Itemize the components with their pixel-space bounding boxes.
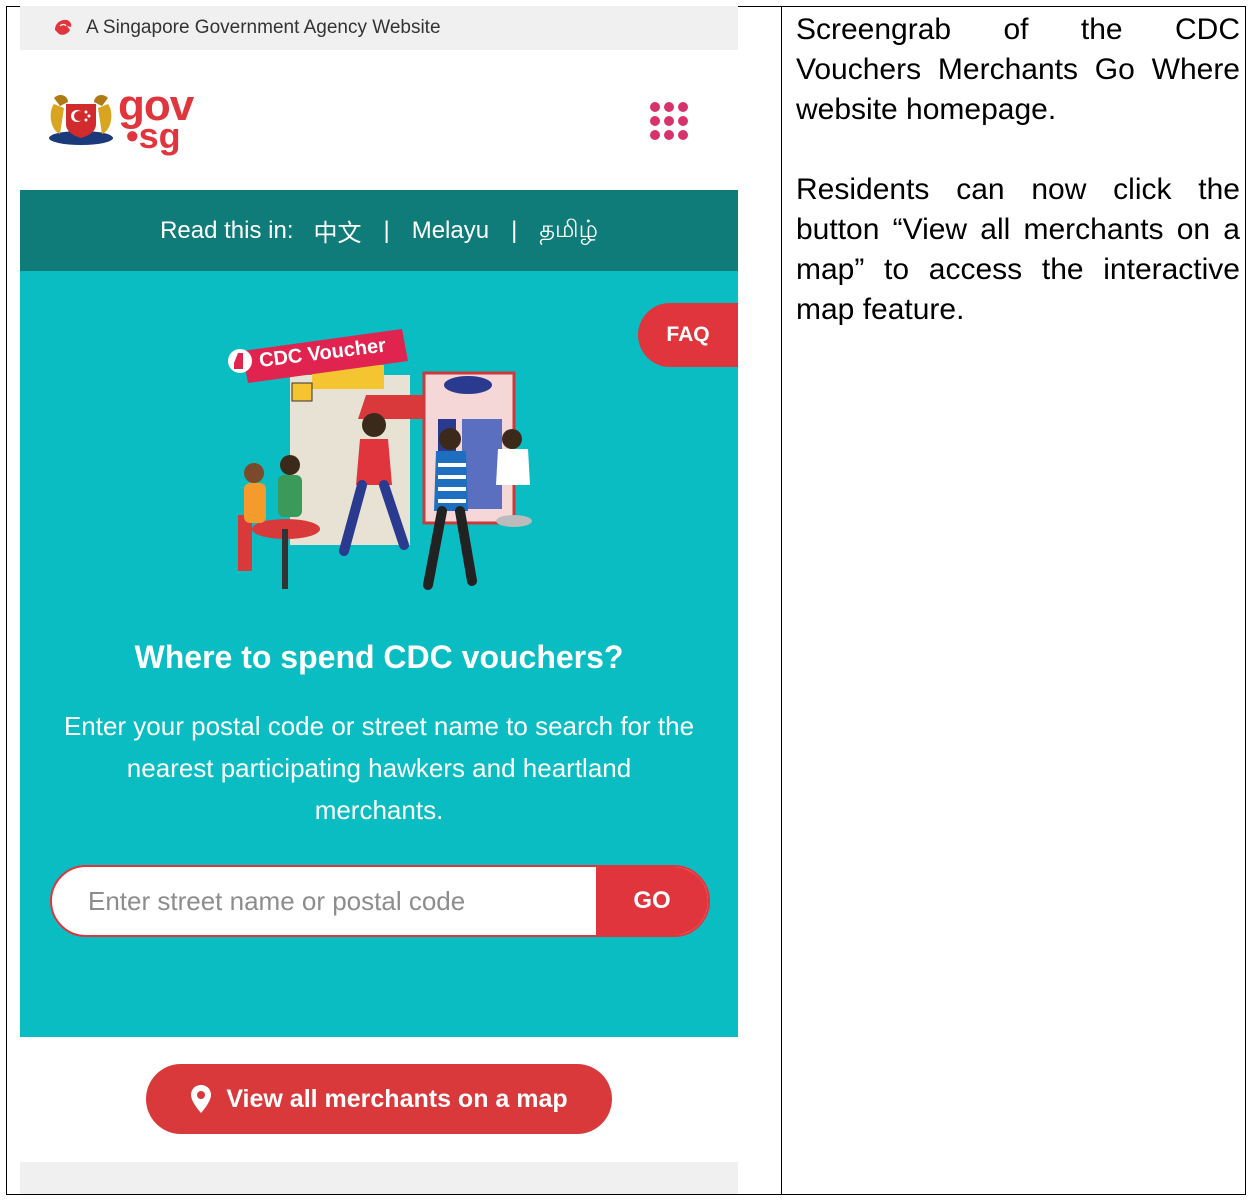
hero-section: FAQ CDC Voucher Where to spend CDC vouch… [20,271,738,1037]
go-button[interactable]: GO [596,867,708,935]
gov-masthead: A Singapore Government Agency Website [20,6,738,50]
footer-strip [20,1162,738,1194]
table-cell-divider [781,7,782,1194]
view-map-label: View all merchants on a map [226,1084,568,1113]
gov-sg-logo[interactable]: gov •sg [118,84,194,154]
caption-paragraph-1: Screengrab of the CDC Vouchers Merchants… [796,13,1240,126]
search-bar: GO [50,865,710,937]
masthead-text: A Singapore Government Agency Website [86,17,441,38]
language-separator: | [511,216,518,244]
language-separator: | [383,216,390,244]
view-map-button[interactable]: View all merchants on a map [146,1064,612,1134]
language-chinese-link[interactable]: 中文 [313,213,361,248]
map-pin-icon [191,1085,212,1113]
language-malay-link[interactable]: Melayu [412,217,489,245]
lion-head-icon [55,19,72,35]
caption-paragraph-2: Residents can now click the button “View… [796,173,1240,326]
search-input[interactable] [52,867,596,935]
hero-heading: Where to spend CDC vouchers? [134,639,624,675]
language-tamil-link[interactable]: தமிழ் [539,216,598,246]
caption-cell: Screengrab of the CDC Vouchers Merchants… [796,10,1240,370]
singapore-crest-icon [49,95,113,145]
language-label: Read this in: [160,216,294,244]
website-screenshot: A Singapore Government Agency Website go… [20,6,738,1194]
cdc-voucher-illustration: CDC Voucher [228,329,532,590]
hero-description: Enter your postal code or street name to… [63,711,695,825]
language-bar: Read this in: 中文 | Melayu | தமிழ் [20,190,738,271]
faq-button[interactable]: FAQ [638,303,738,367]
header-brand-bar: gov •sg [20,50,738,190]
grid-dots-icon[interactable] [648,100,690,142]
